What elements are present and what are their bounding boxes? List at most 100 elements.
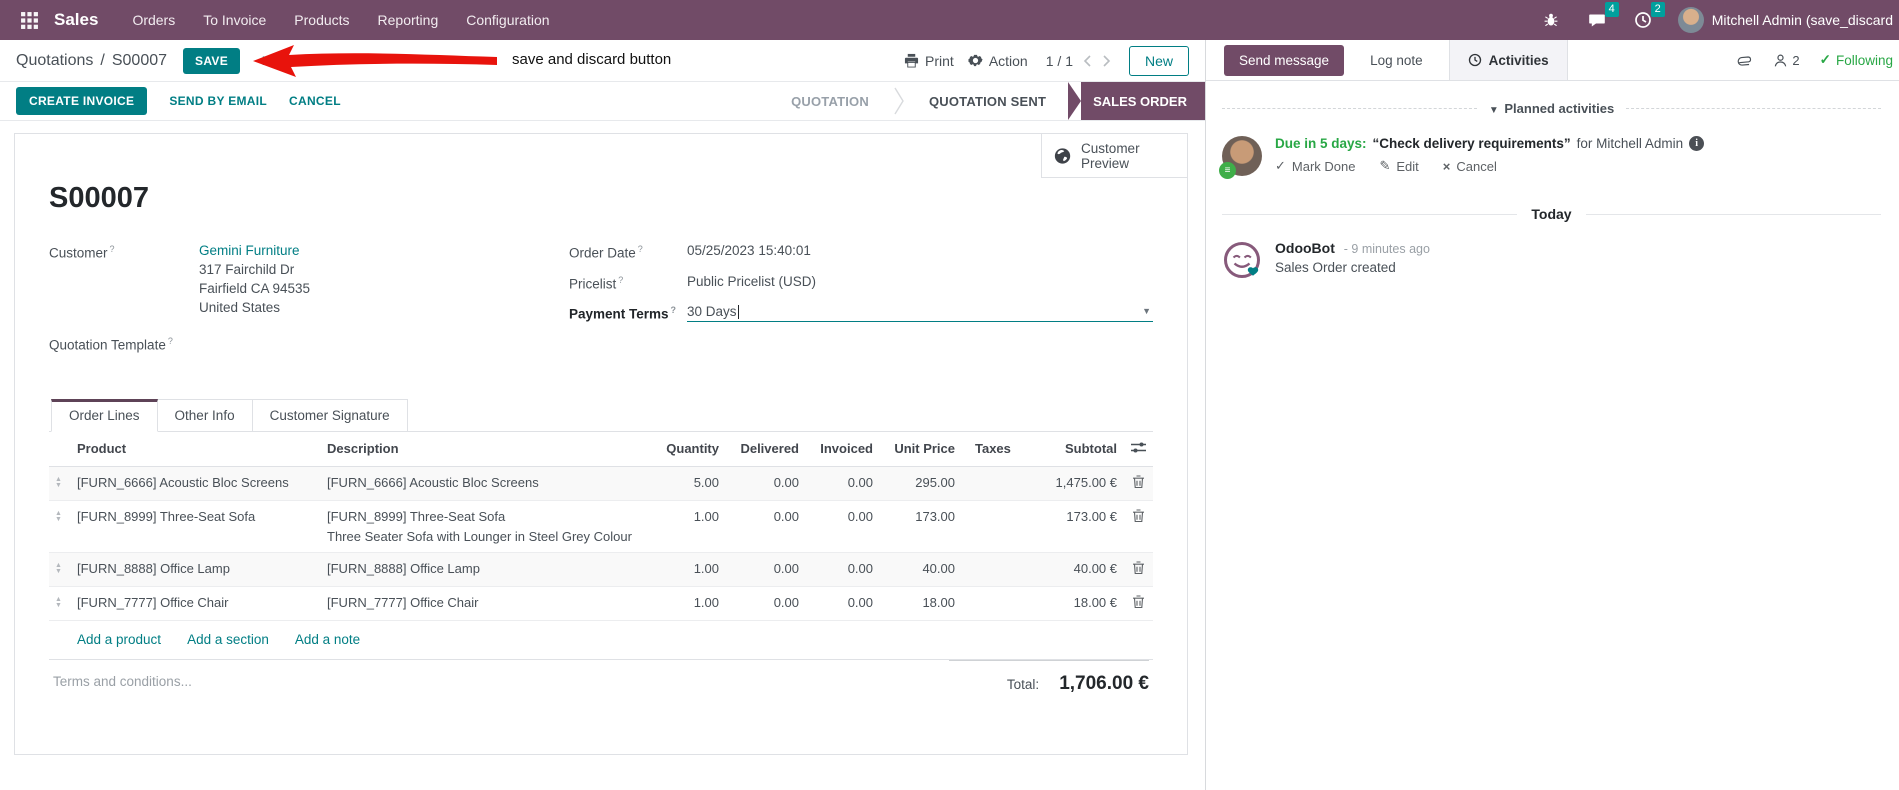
- message-body: Sales Order created: [1275, 260, 1396, 275]
- pager-value: 1 / 1: [1045, 52, 1073, 69]
- col-unit-price: Unit Price: [879, 431, 961, 467]
- send-message-button[interactable]: Send message: [1224, 44, 1345, 76]
- planned-activities-toggle[interactable]: ▼ Planned activities: [1222, 101, 1882, 116]
- following-button[interactable]: ✓ Following: [1820, 52, 1893, 68]
- cell-subtotal: 18.00 €: [1073, 594, 1117, 610]
- create-invoice-button[interactable]: CREATE INVOICE: [16, 87, 148, 115]
- row-drag-handle[interactable]: ▲ ▼: [49, 466, 71, 500]
- delete-row-button[interactable]: [1123, 552, 1153, 586]
- action-button[interactable]: Action: [968, 53, 1028, 69]
- gear-icon: [968, 54, 983, 67]
- cell-invoiced: 0.00: [847, 560, 873, 576]
- log-note-button[interactable]: Log note: [1370, 53, 1423, 68]
- add-a-product-link[interactable]: Add a product: [77, 632, 161, 647]
- send-by-email-button[interactable]: SEND BY EMAIL: [169, 94, 267, 108]
- address-line: Fairfield CA 94535: [199, 281, 311, 296]
- optional-columns-icon[interactable]: [1130, 441, 1146, 454]
- messages-badge: 4: [1604, 2, 1619, 17]
- print-button[interactable]: Print: [904, 53, 954, 69]
- followers-person-icon: [1775, 54, 1787, 66]
- pricelist-value[interactable]: Public Pricelist (USD): [687, 274, 816, 292]
- payment-terms-label: Payment Terms?: [569, 305, 677, 322]
- order-date-label: Order Date?: [569, 244, 643, 261]
- discard-button[interactable]: DISCARD: [262, 54, 319, 68]
- followers-button[interactable]: 2: [1773, 52, 1800, 68]
- delete-row-button[interactable]: [1123, 586, 1153, 620]
- terms-and-conditions-field[interactable]: Terms and conditions...: [53, 674, 192, 695]
- cell-taxes: [961, 500, 1011, 552]
- tab-other-info[interactable]: Other Info: [157, 398, 253, 431]
- pager-previous-icon[interactable]: [1083, 54, 1092, 68]
- nav-item-to-invoice[interactable]: To Invoice: [189, 2, 280, 38]
- stage-quotation-sent[interactable]: QUOTATION SENT: [907, 82, 1068, 120]
- printer-icon: [904, 53, 919, 68]
- new-button[interactable]: New: [1128, 45, 1189, 76]
- info-icon[interactable]: i: [1689, 136, 1705, 151]
- stage-quotation[interactable]: QUOTATION: [769, 82, 891, 120]
- stage-sales-order[interactable]: SALES ORDER: [1081, 82, 1205, 120]
- follower-count: 2: [1792, 52, 1800, 68]
- save-button[interactable]: SAVE: [183, 47, 241, 74]
- cell-description: [FURN_8999] Three-Seat Sofa Three Seater …: [327, 508, 632, 544]
- dropdown-caret-icon[interactable]: ▼: [1142, 306, 1151, 316]
- add-a-section-link[interactable]: Add a section: [187, 632, 269, 647]
- nav-item-reporting[interactable]: Reporting: [364, 2, 453, 38]
- row-drag-handle[interactable]: ▲ ▼: [49, 586, 71, 620]
- tab-customer-signature[interactable]: Customer Signature: [252, 398, 408, 431]
- quotation-template-label: Quotation Template?: [49, 336, 173, 353]
- cancel-activity-button[interactable]: × Cancel: [1443, 158, 1497, 174]
- divider-line: [1626, 108, 1882, 109]
- table-row[interactable]: ▲ ▼ [FURN_7777] Office Chair [FURN_7777] Of…: [49, 586, 1153, 620]
- mark-done-button[interactable]: ✓ Mark Done: [1275, 158, 1355, 174]
- customer-preview-button[interactable]: Customer Preview: [1041, 134, 1187, 178]
- breadcrumb: Quotations / S00007: [16, 52, 167, 70]
- col-product: Product: [71, 431, 321, 467]
- cell-taxes: [961, 586, 1011, 620]
- nav-item-products[interactable]: Products: [280, 2, 363, 38]
- total-label: Total:: [1006, 676, 1040, 692]
- row-drag-handle[interactable]: ▲ ▼: [49, 552, 71, 586]
- add-a-note-link[interactable]: Add a note: [295, 632, 360, 647]
- list-add-links: Add a product Add a section Add a note: [49, 621, 1153, 660]
- nav-item-orders[interactable]: Orders: [118, 2, 189, 38]
- help-marker: ?: [618, 274, 624, 285]
- edit-activity-button[interactable]: ✎ Edit: [1379, 158, 1418, 174]
- clock-icon: [1468, 53, 1481, 67]
- app-name[interactable]: Sales: [54, 10, 98, 30]
- payment-terms-input[interactable]: 30 Days ▼: [687, 304, 1153, 322]
- row-drag-handle[interactable]: ▲ ▼: [49, 500, 71, 552]
- check-icon: ✓: [1819, 52, 1831, 67]
- today-label: Today: [1531, 206, 1572, 222]
- activities-clock-icon[interactable]: 2: [1632, 2, 1665, 31]
- table-row[interactable]: ▲ ▼ [FURN_8888] Office Lamp [FURN_8888] Off…: [49, 552, 1153, 586]
- user-avatar: [1677, 7, 1704, 33]
- total-value: 1,706.00 €: [1059, 672, 1149, 694]
- pager-next-icon[interactable]: [1102, 54, 1111, 68]
- customer-link[interactable]: Gemini Furniture: [199, 243, 310, 258]
- cell-product: [FURN_8999] Three-Seat Sofa: [77, 508, 256, 524]
- chatter-message: OdooBot - 9 minutes ago Sales Order crea…: [1222, 240, 1881, 280]
- text-cursor: [737, 304, 739, 319]
- breadcrumb-quotations[interactable]: Quotations: [16, 52, 93, 70]
- debug-bug-icon[interactable]: [1540, 9, 1562, 31]
- nav-item-configuration[interactable]: Configuration: [452, 2, 563, 38]
- order-lines-body: ▲ ▼ [FURN_6666] Acoustic Bloc Screens [FURN…: [49, 466, 1153, 620]
- trash-icon: [1132, 508, 1145, 523]
- cell-subtotal: 1,475.00 €: [1055, 474, 1117, 490]
- cancel-button[interactable]: CANCEL: [289, 94, 341, 108]
- col-delivered: Delivered: [725, 431, 805, 467]
- delete-row-button[interactable]: [1123, 500, 1153, 552]
- activity-due: Due in 5 days:: [1275, 136, 1367, 151]
- activities-tab[interactable]: Activities: [1448, 40, 1568, 80]
- table-row[interactable]: ▲ ▼ [FURN_6666] Acoustic Bloc Screens [FURN…: [49, 466, 1153, 500]
- attachments-button[interactable]: [1737, 52, 1753, 69]
- messages-icon[interactable]: 4: [1586, 2, 1619, 31]
- apps-grid-icon[interactable]: [12, 0, 46, 40]
- planned-activities-label: Planned activities: [1504, 101, 1615, 116]
- table-row[interactable]: ▲ ▼ [FURN_8999] Three-Seat Sofa [FURN_8999]…: [49, 500, 1153, 552]
- order-date-value[interactable]: 05/25/2023 15:40:01: [687, 243, 811, 261]
- delete-row-button[interactable]: [1123, 466, 1153, 500]
- user-menu[interactable]: Mitchell Admin (save_discard: [1677, 7, 1893, 33]
- message-author[interactable]: OdooBot: [1275, 240, 1335, 256]
- tab-order-lines[interactable]: Order Lines: [51, 398, 158, 432]
